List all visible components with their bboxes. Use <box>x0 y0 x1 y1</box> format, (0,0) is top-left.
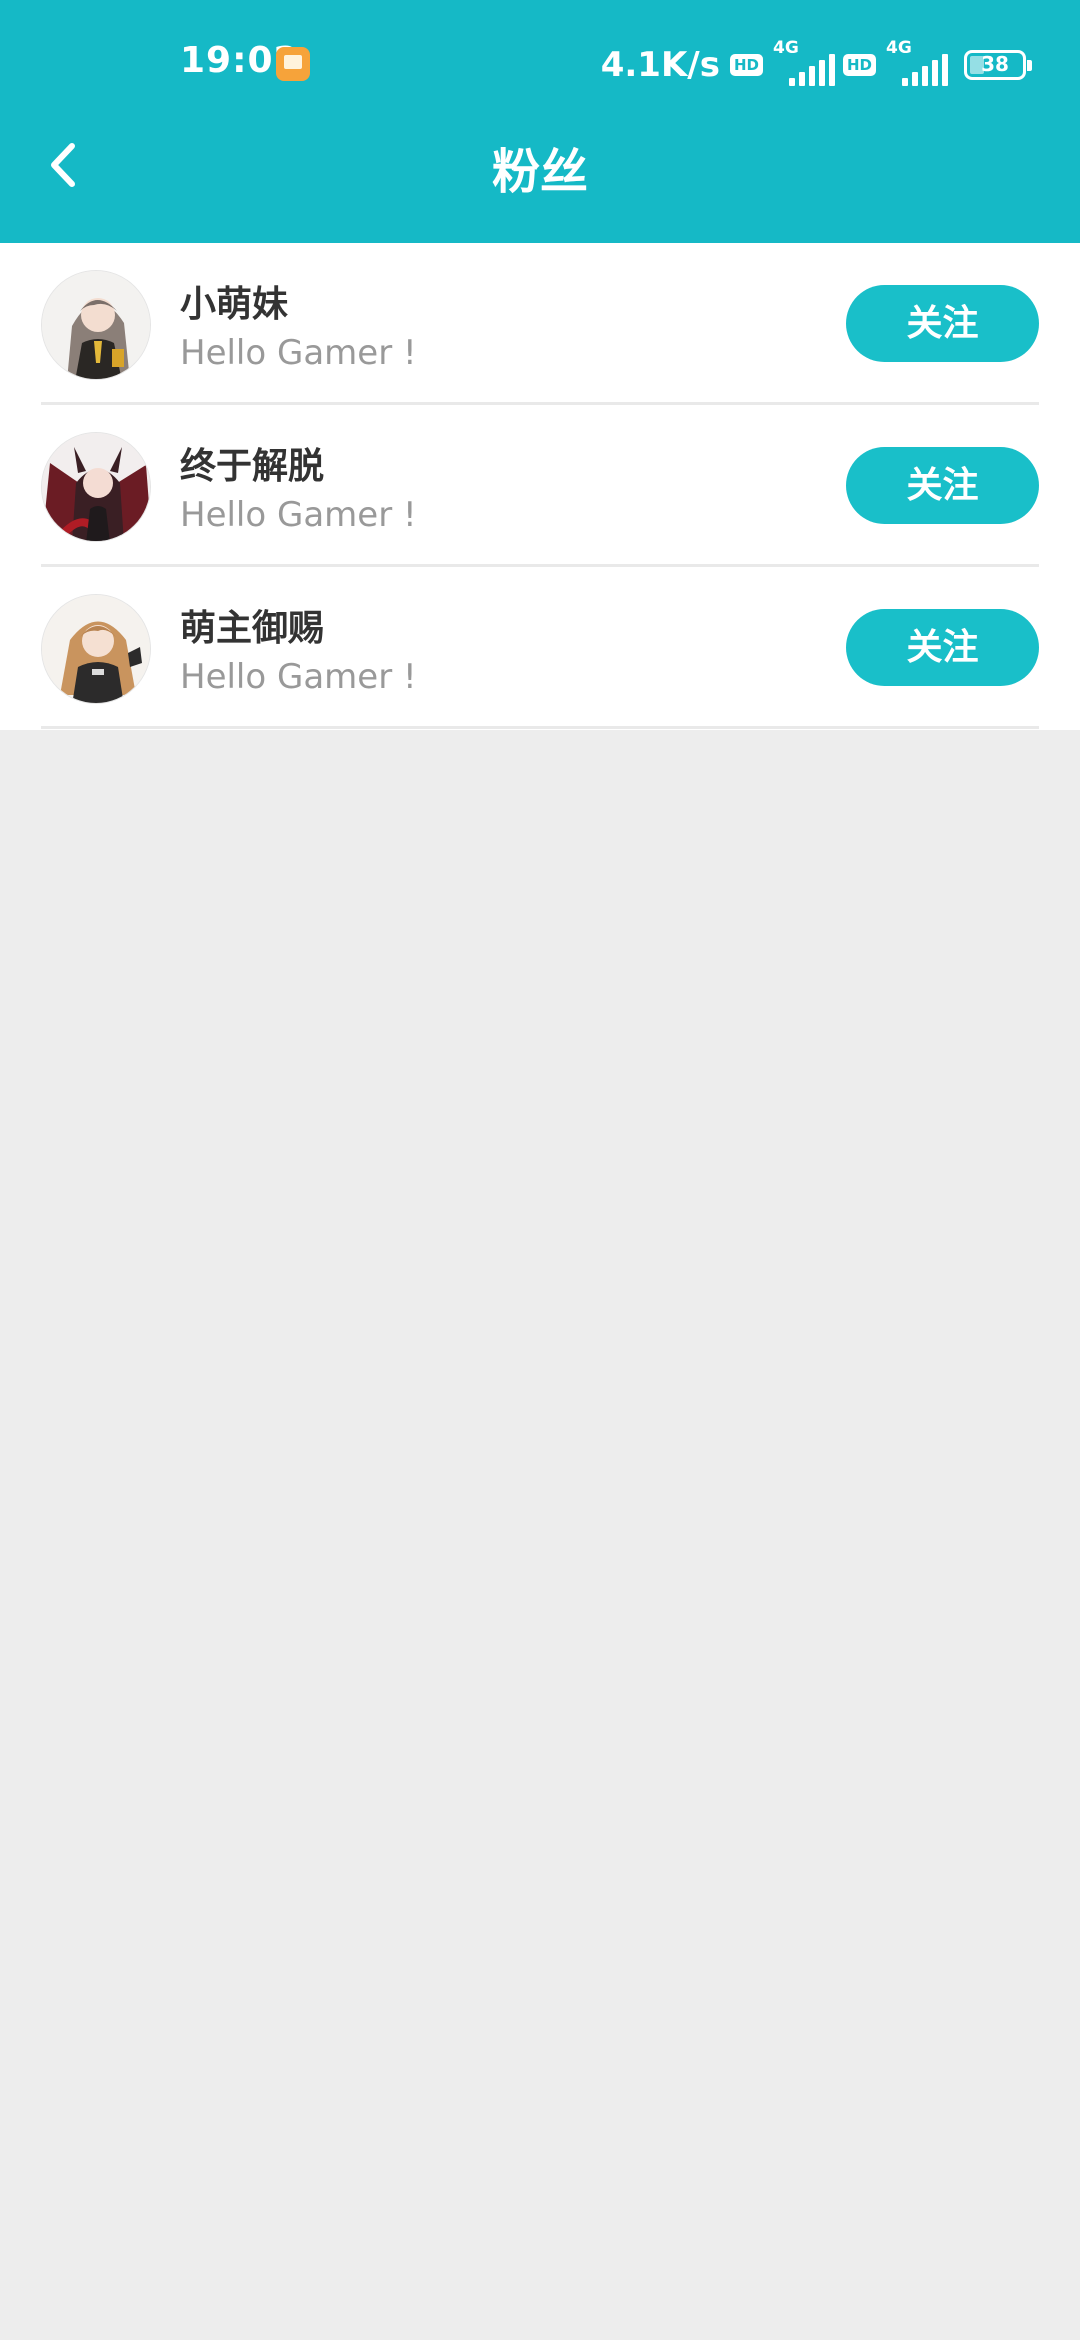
avatar[interactable] <box>41 432 151 542</box>
fan-name: 终于解脱 <box>180 446 325 487</box>
follow-button[interactable]: 关注 <box>846 447 1039 524</box>
list-item[interactable]: 终于解脱 Hello Gamer ! 关注 <box>0 405 1080 567</box>
avatar[interactable] <box>41 270 151 380</box>
list-item[interactable]: 小萌妹 Hello Gamer ! 关注 <box>0 243 1080 405</box>
fans-list: 小萌妹 Hello Gamer ! 关注 终于解脱 Hello Gamer ! … <box>0 243 1080 730</box>
follow-button[interactable]: 关注 <box>846 609 1039 686</box>
signal-sim2-icon: 4G <box>884 38 948 86</box>
battery-icon: 38 <box>964 50 1032 80</box>
fan-bio: Hello Gamer ! <box>180 495 417 535</box>
notification-app-icon <box>276 47 310 81</box>
fan-bio: Hello Gamer ! <box>180 657 417 697</box>
follow-button[interactable]: 关注 <box>846 285 1039 362</box>
battery-level: 38 <box>981 52 1009 76</box>
fan-name: 萌主御赐 <box>180 608 325 649</box>
signal-sim1-icon: 4G <box>771 38 835 86</box>
network-speed: 4.1K/s <box>600 45 720 85</box>
avatar[interactable] <box>41 594 151 704</box>
fan-name: 小萌妹 <box>180 284 289 325</box>
status-indicators: 4.1K/s HD 4G HD 4G 38 <box>600 38 1032 90</box>
top-header: 19:02 4.1K/s HD 4G HD 4G 38 粉丝 <box>0 0 1080 243</box>
hd-badge-sim1: HD <box>729 54 763 76</box>
list-item[interactable]: 萌主御赐 Hello Gamer ! 关注 <box>0 567 1080 729</box>
divider <box>41 726 1039 729</box>
hd-badge-sim2: HD <box>842 54 876 76</box>
page-title: 粉丝 <box>491 144 588 200</box>
fan-bio: Hello Gamer ! <box>180 333 417 373</box>
status-bar: 19:02 4.1K/s HD 4G HD 4G 38 <box>0 0 1080 130</box>
